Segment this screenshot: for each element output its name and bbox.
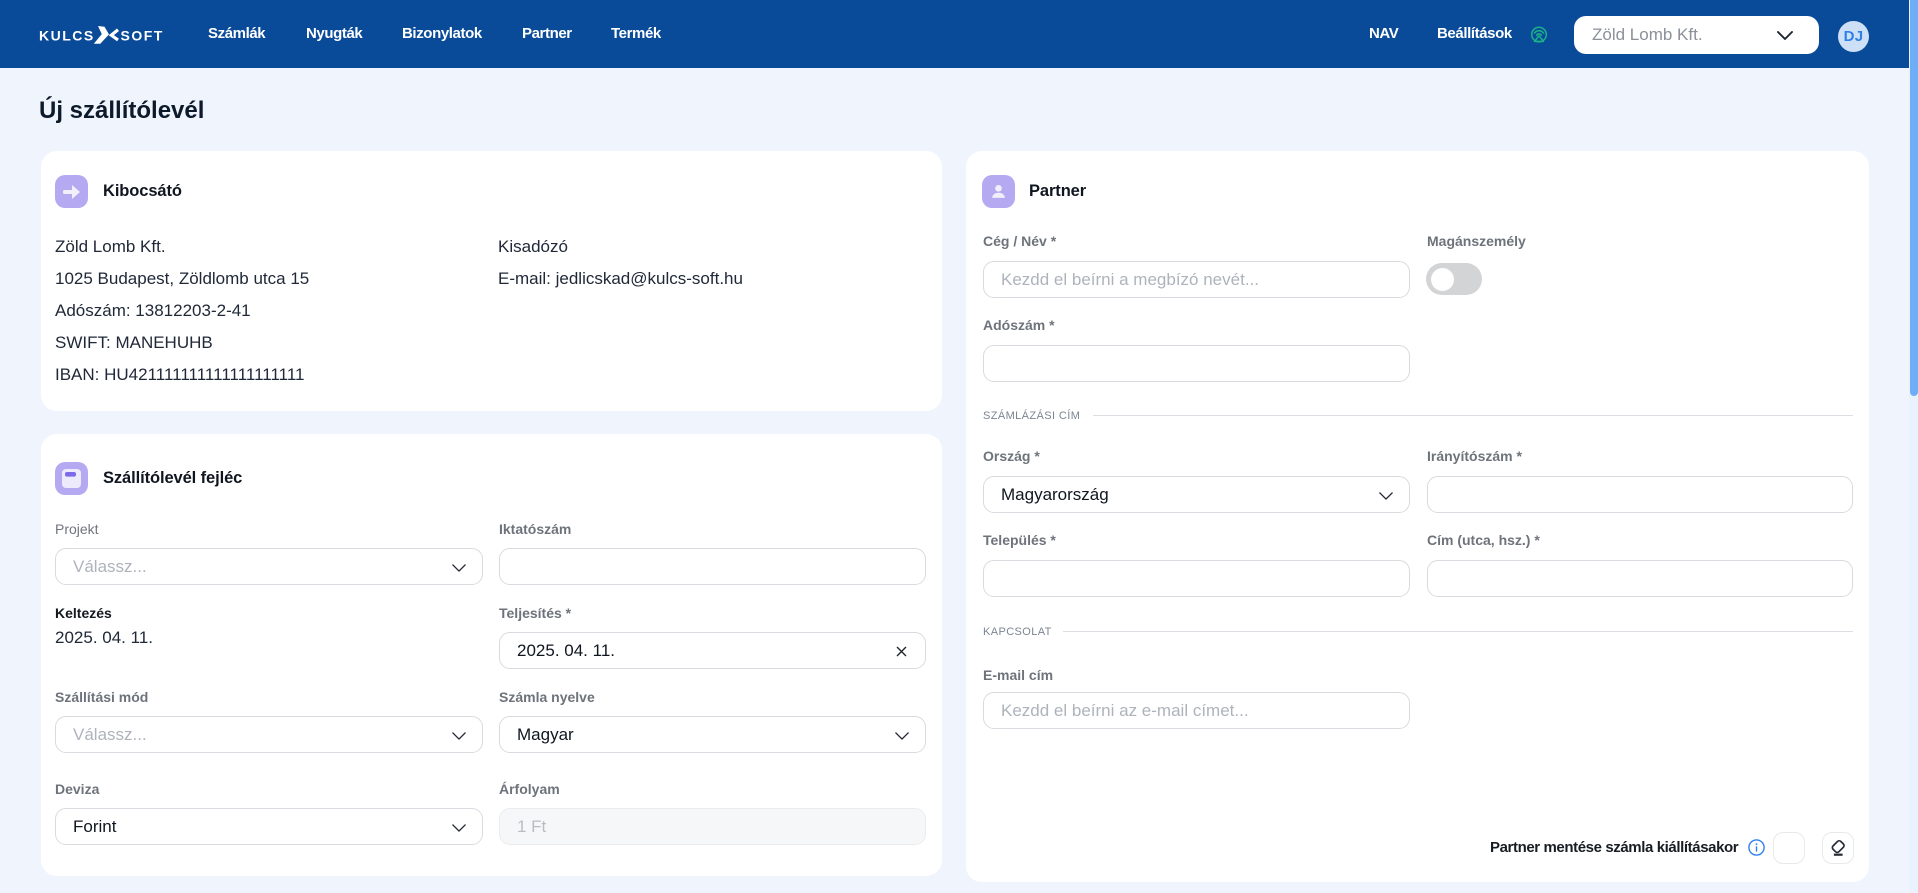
svg-text:SOFT: SOFT <box>121 28 164 44</box>
svg-text:KULCS: KULCS <box>39 28 95 44</box>
